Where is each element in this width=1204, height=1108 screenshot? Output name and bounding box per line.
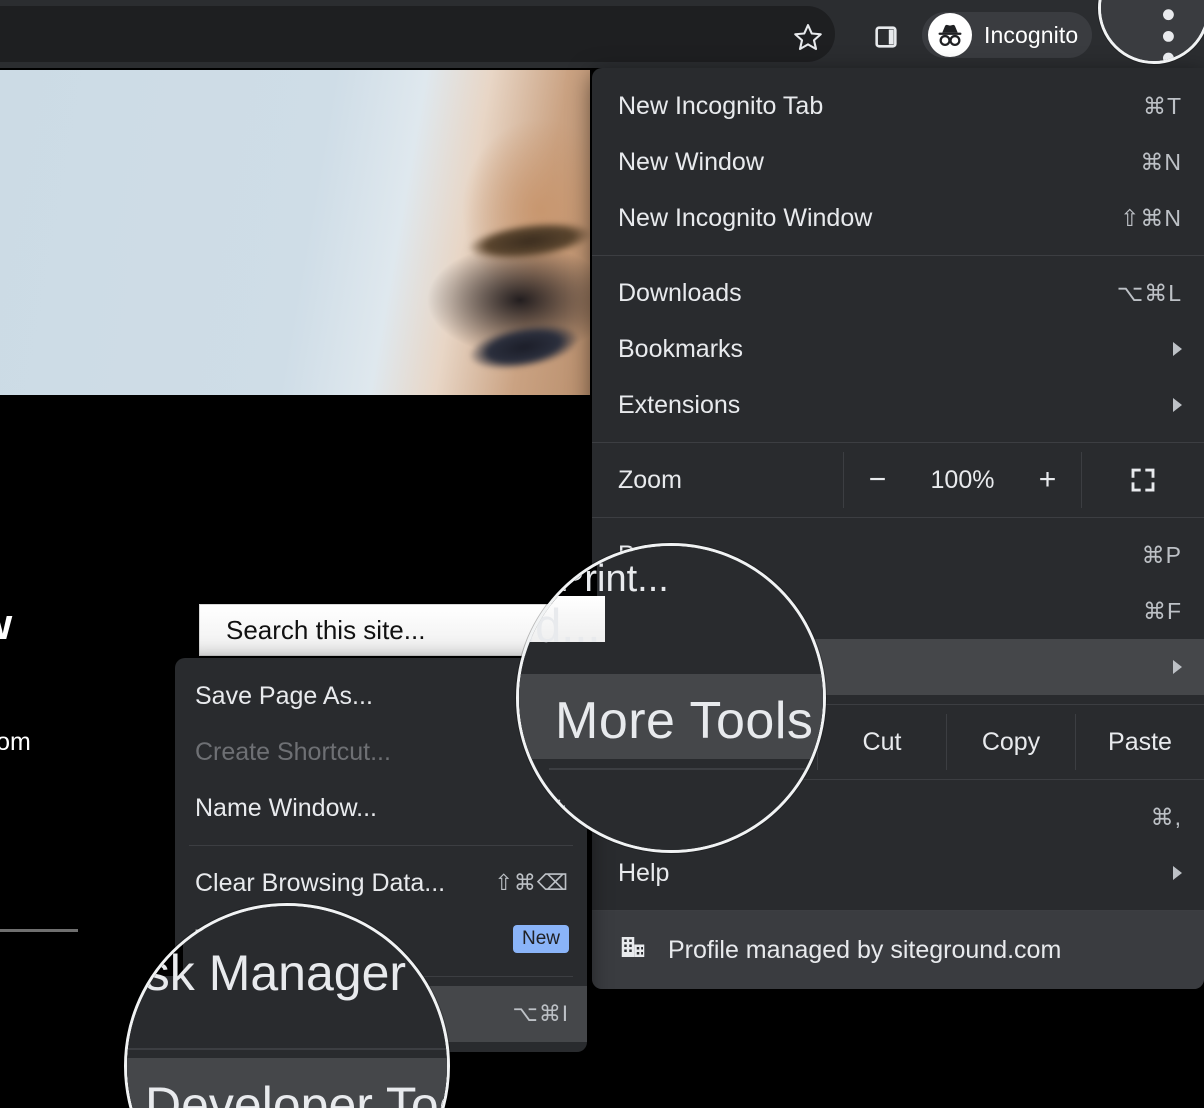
menu-item-accel: ⌘T [1142, 92, 1182, 119]
menu-item-print[interactable]: Print... ⌘P [592, 527, 1204, 583]
chevron-right-icon [1173, 660, 1182, 674]
menu-item-accel: ⌥⌘L [1116, 279, 1182, 306]
menu-item-more-tools[interactable]: More Tools [592, 639, 1204, 695]
submenu-item-label: Task Manager [195, 924, 353, 953]
menu-row-zoom: Zoom − 100% + [592, 452, 1204, 508]
menu-item-accel: ⌘, [1150, 803, 1182, 830]
menu-item-accel: ⇧⌘N [1120, 204, 1182, 231]
menu-item-extensions[interactable]: Extensions [592, 377, 1204, 433]
site-search-placeholder: Search this site... [226, 614, 426, 645]
menu-item-accel: ⌘P [1141, 541, 1182, 568]
menu-separator [592, 255, 1204, 256]
menu-separator [592, 779, 1204, 780]
submenu-item-accel: ⌥⌘I [512, 1001, 569, 1026]
menu-item-label: New Incognito Window [618, 203, 873, 232]
menu-separator [592, 442, 1204, 443]
photo-eyebrow [452, 211, 590, 271]
menu-item-help[interactable]: Help [592, 845, 1204, 901]
submenu-item-clear-browsing-data[interactable]: Clear Browsing Data... ⇧⌘⌫ [175, 855, 587, 911]
menu-item-new-window[interactable]: New Window ⌘N [592, 134, 1204, 190]
edit-label: Edit [618, 727, 662, 756]
menu-item-settings[interactable]: Settings ⌘, [592, 789, 1204, 845]
submenu-item-create-shortcut: Create Shortcut... [175, 724, 587, 780]
menu-item-label: New Window [618, 147, 764, 176]
side-panel-icon[interactable] [866, 17, 906, 57]
copy-button[interactable]: Copy [946, 714, 1075, 770]
chevron-right-icon [1173, 398, 1182, 412]
menu-item-label: Downloads [618, 278, 742, 307]
enterprise-building-icon [618, 932, 648, 969]
more-tools-submenu: Save Page As... Create Shortcut... Name … [175, 658, 587, 1052]
zoom-in-button[interactable]: + [1035, 463, 1061, 497]
page-heading: w [0, 600, 12, 650]
menu-item-label: Print... [618, 540, 691, 569]
menu-item-new-incognito-tab[interactable]: New Incognito Tab ⌘T [592, 78, 1204, 134]
three-dot-menu-icon[interactable] [1132, 8, 1188, 64]
chevron-right-icon [1173, 342, 1182, 356]
submenu-item-name-window[interactable]: Name Window... [175, 780, 587, 836]
menu-separator [592, 517, 1204, 518]
zoom-label: Zoom [618, 465, 682, 494]
submenu-separator [189, 976, 573, 977]
photo-eyelashes [451, 313, 590, 392]
submenu-item-task-manager[interactable]: Task Manager New [175, 911, 587, 967]
submenu-item-accel: ⇧⌘⌫ [494, 870, 569, 895]
menu-item-accel: ⌘F [1142, 597, 1182, 624]
star-icon[interactable] [788, 17, 828, 57]
page-hero-photo [0, 70, 590, 395]
new-badge: New [512, 925, 569, 953]
menu-item-label: Find... [618, 596, 688, 625]
chrome-main-menu: New Incognito Tab ⌘T New Window ⌘N New I… [592, 68, 1204, 989]
submenu-item-save-page-as[interactable]: Save Page As... [175, 668, 587, 724]
menu-item-label: Extensions [618, 390, 741, 419]
menu-item-accel: ⌘N [1140, 148, 1182, 175]
submenu-item-label: Name Window... [195, 793, 378, 822]
incognito-avatar-icon [928, 13, 972, 57]
address-bar[interactable] [0, 6, 835, 62]
menu-item-label: More Tools [618, 652, 740, 681]
chevron-right-icon [1173, 866, 1182, 880]
menu-item-bookmarks[interactable]: Bookmarks [592, 321, 1204, 377]
zoom-out-button[interactable]: − [865, 463, 891, 497]
submenu-item-label: Create Shortcut... [195, 737, 391, 766]
site-search-input[interactable]: Search this site... [199, 604, 571, 656]
submenu-item-developer-tools[interactable]: Developer Tools ⌥⌘I [175, 986, 587, 1042]
paste-button[interactable]: Paste [1075, 714, 1204, 770]
menu-item-label: Help [618, 858, 670, 887]
menu-item-downloads[interactable]: Downloads ⌥⌘L [592, 265, 1204, 321]
menu-item-label: Bookmarks [618, 334, 744, 363]
page-divider [0, 929, 78, 932]
managed-profile-row[interactable]: Profile managed by siteground.com [592, 911, 1204, 989]
browser-window: w w.com t Search this site... Incog [0, 0, 1204, 1108]
menu-item-label: Settings [618, 802, 709, 831]
submenu-item-label: Save Page As... [195, 681, 373, 710]
browser-toolbar: Incognito [0, 0, 1204, 68]
cut-button[interactable]: Cut [817, 714, 946, 770]
menu-separator [592, 704, 1204, 705]
menu-row-edit: Edit Cut Copy Paste [592, 714, 1204, 770]
menu-item-find[interactable]: Find... ⌘F [592, 583, 1204, 639]
submenu-item-label: Clear Browsing Data... [195, 868, 446, 897]
menu-item-new-incognito-window[interactable]: New Incognito Window ⇧⌘N [592, 190, 1204, 246]
incognito-label: Incognito [984, 21, 1079, 48]
fullscreen-icon[interactable] [1081, 452, 1204, 508]
managed-profile-label: Profile managed by siteground.com [668, 935, 1062, 964]
page-url-text: w.com [0, 728, 31, 756]
submenu-item-label: Developer Tools [195, 999, 374, 1028]
submenu-separator [189, 845, 573, 846]
zoom-controls: − 100% + [843, 452, 1081, 508]
incognito-profile-chip[interactable]: Incognito [922, 12, 1093, 58]
zoom-level-value: 100% [930, 465, 995, 494]
menu-item-label: New Incognito Tab [618, 91, 824, 120]
